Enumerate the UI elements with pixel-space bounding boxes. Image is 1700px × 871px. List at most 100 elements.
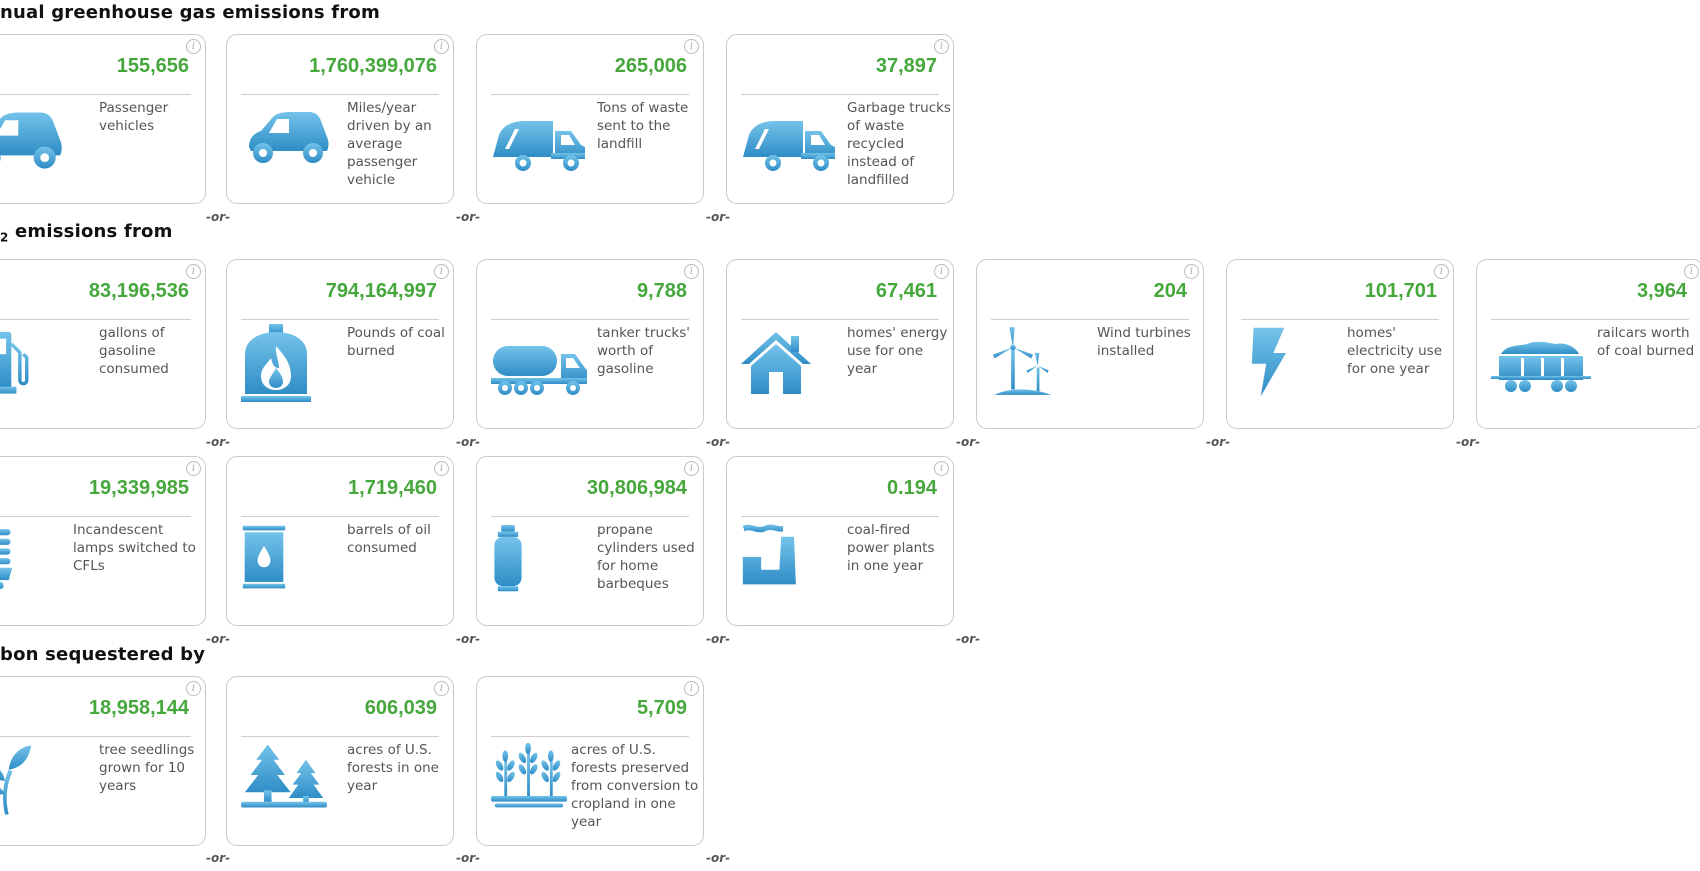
or-separator: -or- [706, 210, 731, 224]
card-value: 794,164,997 [325, 280, 437, 302]
section-title-ghg-emissions: nual greenhouse gas emissions from [0, 2, 380, 23]
equivalency-card[interactable]: i 1,719,460 barrels of oil consumed [226, 456, 454, 626]
card-value: 18,958,144 [88, 697, 189, 719]
equivalency-card[interactable]: i 5,709 acres of U.S. forests preserved … [476, 676, 704, 846]
equivalency-card[interactable]: i 83,196,536 gallons of gasoline consume… [0, 259, 206, 429]
or-separator: -or- [206, 851, 231, 865]
card-description: Wind turbines installed [1097, 325, 1191, 359]
equivalency-card[interactable]: i 3,964 railcars worth of coal burned [1476, 259, 1700, 429]
card-description: coal-fired power plants in one year [847, 522, 935, 574]
equivalency-card[interactable]: i 0.194 coal-fired power plants in one y… [726, 456, 954, 626]
equivalency-card[interactable]: i 37,897 Garbage trucks of waste recycle… [726, 34, 954, 204]
card-description: homes' electricity use for one year [1347, 325, 1443, 377]
divider [741, 94, 939, 95]
divider [241, 94, 439, 95]
divider [1491, 319, 1689, 320]
equivalency-card[interactable]: i 794,164,997 Pounds of coal burned [226, 259, 454, 429]
divider [491, 319, 689, 320]
info-icon[interactable]: i [434, 681, 449, 696]
car-icon [0, 112, 62, 169]
or-separator: -or- [956, 435, 981, 449]
info-icon[interactable]: i [186, 39, 201, 54]
equivalency-card[interactable]: i 606,039 acres of U.S. forests in one y… [226, 676, 454, 846]
info-icon[interactable]: i [684, 681, 699, 696]
card-description: Miles/year driven by an average passenge… [347, 100, 432, 188]
gas-pump-icon [0, 331, 29, 394]
info-icon[interactable]: i [1434, 264, 1449, 279]
or-separator: -or- [706, 632, 731, 646]
lightning-icon [1251, 327, 1286, 397]
equivalency-card[interactable]: i 101,701 homes' electricity use for one… [1226, 259, 1454, 429]
equivalency-card[interactable]: i 18,958,144 tree seedlings grown for 10… [0, 676, 206, 846]
equivalency-card[interactable]: i 67,461 homes' energy use for one year [726, 259, 954, 429]
info-icon[interactable]: i [684, 461, 699, 476]
info-icon[interactable]: i [684, 39, 699, 54]
equivalency-card[interactable]: i 9,788 tanker trucks' worth of gasoline [476, 259, 704, 429]
divider [1241, 319, 1439, 320]
card-description: tree seedlings grown for 10 years [99, 742, 195, 794]
card-description: tanker trucks' worth of gasoline [597, 325, 690, 377]
card-value: 155,656 [116, 55, 189, 77]
or-separator: -or- [706, 851, 731, 865]
card-value: 0.194 [886, 477, 937, 499]
section-title-co2-emissions: 2 emissions from [0, 221, 173, 245]
card-description: barrels of oil consumed [347, 522, 431, 556]
info-icon[interactable]: i [1184, 264, 1199, 279]
info-icon[interactable]: i [186, 264, 201, 279]
card-value: 101,701 [1364, 280, 1437, 302]
card-value: 5,709 [636, 697, 687, 719]
equivalency-card[interactable]: i 265,006 Tons of waste sent to the land… [476, 34, 704, 204]
info-icon[interactable]: i [684, 264, 699, 279]
card-description: gallons of gasoline consumed [99, 325, 169, 377]
info-icon[interactable]: i [434, 461, 449, 476]
info-icon[interactable]: i [186, 461, 201, 476]
or-separator: -or- [456, 435, 481, 449]
info-icon[interactable]: i [434, 39, 449, 54]
or-separator: -or- [706, 435, 731, 449]
divider [491, 736, 689, 737]
card-value: 83,196,536 [88, 280, 189, 302]
card-description: propane cylinders used for home barbeque… [597, 522, 695, 592]
card-value: 265,006 [614, 55, 687, 77]
equivalency-card[interactable]: i 19,339,985 Incandescent lamps switched… [0, 456, 206, 626]
card-value: 204 [1153, 280, 1187, 302]
divider [241, 516, 439, 517]
divider [491, 94, 689, 95]
cfl-bulb-icon [0, 529, 13, 589]
info-icon[interactable]: i [186, 681, 201, 696]
card-value: 606,039 [364, 697, 437, 719]
trees-icon [241, 744, 327, 808]
divider [991, 319, 1189, 320]
car-icon [249, 112, 329, 163]
divider [741, 516, 939, 517]
card-value: 19,339,985 [88, 477, 189, 499]
card-value: 9,788 [636, 280, 687, 302]
or-separator: -or- [456, 632, 481, 646]
info-icon[interactable]: i [934, 461, 949, 476]
info-icon[interactable]: i [1684, 264, 1699, 279]
garbage-truck-icon [743, 121, 835, 171]
card-value: 67,461 [875, 280, 937, 302]
divider [0, 319, 191, 320]
or-separator: -or- [1206, 435, 1231, 449]
or-separator: -or- [456, 851, 481, 865]
card-value: 30,806,984 [586, 477, 687, 499]
equivalency-card[interactable]: i 155,656 Passenger vehicles [0, 34, 206, 204]
or-separator: -or- [956, 632, 981, 646]
info-icon[interactable]: i [934, 264, 949, 279]
info-icon[interactable]: i [934, 39, 949, 54]
equivalency-card[interactable]: i 1,760,399,076 Miles/year driven by an … [226, 34, 454, 204]
card-description: Garbage trucks of waste recycled instead… [847, 100, 951, 188]
info-icon[interactable]: i [434, 264, 449, 279]
card-value: 37,897 [875, 55, 937, 77]
card-description: homes' energy use for one year [847, 325, 948, 377]
card-description: acres of U.S. forests preserved from con… [571, 742, 699, 830]
divider [0, 516, 191, 517]
equivalency-card[interactable]: i 204 Wind turbines installed [976, 259, 1204, 429]
power-plant-icon [742, 524, 796, 585]
equivalency-card[interactable]: i 30,806,984 propane cylinders used for … [476, 456, 704, 626]
fire-icon [241, 324, 311, 402]
card-value: 3,964 [1636, 280, 1687, 302]
divider [241, 319, 439, 320]
card-description: Pounds of coal burned [347, 325, 445, 359]
